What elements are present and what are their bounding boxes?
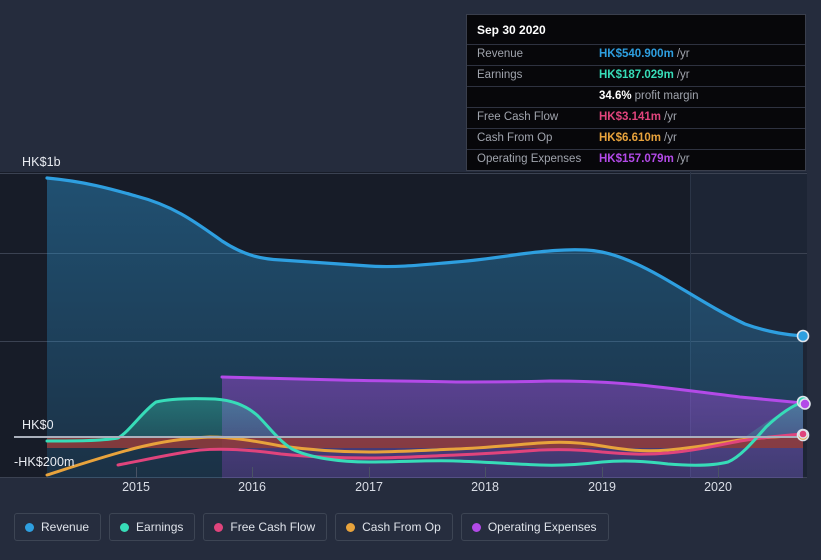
tooltip-value-profit-margin: 34.6% [599, 90, 632, 102]
x-axis-label-2015: 2015 [122, 480, 150, 494]
legend-item-operating-expenses[interactable]: Operating Expenses [460, 513, 609, 541]
financial-area-chart: HK$1b HK$0 -HK$200m 2015 2016 2017 2018 … [0, 0, 821, 560]
tooltip-date: Sep 30 2020 [467, 15, 805, 45]
tooltip-label-earnings: Earnings [477, 69, 523, 81]
y-axis-label-top: HK$1b [22, 155, 61, 169]
tooltip-row-cash-from-op: Cash From Op HK$6.610m /yr [467, 129, 805, 150]
legend-label-cash-from-op: Cash From Op [362, 520, 441, 534]
tooltip-value-free-cash-flow: HK$3.141m [599, 111, 662, 123]
tooltip-row-revenue: Revenue HK$540.900m /yr [467, 45, 805, 66]
tooltip-label-free-cash-flow: Free Cash Flow [477, 111, 559, 123]
operating-expenses-endpoint-marker [799, 398, 811, 410]
legend-item-free-cash-flow[interactable]: Free Cash Flow [203, 513, 328, 541]
tooltip-text-profit-margin: profit margin [634, 90, 699, 102]
tooltip-label-cash-from-op: Cash From Op [477, 132, 553, 144]
tooltip-value-operating-expenses: HK$157.079m [599, 153, 674, 165]
tooltip-row-free-cash-flow: Free Cash Flow HK$3.141m /yr [467, 108, 805, 129]
tooltip-unit-revenue: /yr [676, 48, 690, 60]
tooltip-label-revenue: Revenue [477, 48, 524, 60]
tooltip-value-revenue: HK$540.900m [599, 48, 674, 60]
revenue-endpoint-marker [796, 329, 810, 343]
tooltip-value-cash-from-op: HK$6.610m [599, 132, 662, 144]
legend-label-free-cash-flow: Free Cash Flow [230, 520, 316, 534]
cash-from-op-dot-icon [346, 522, 356, 532]
tooltip-unit-cash-from-op: /yr [664, 132, 677, 144]
legend-item-cash-from-op[interactable]: Cash From Op [335, 513, 453, 541]
x-axis-label-2016: 2016 [238, 480, 266, 494]
y-axis-label-zero: HK$0 [22, 418, 54, 432]
legend-item-revenue[interactable]: Revenue [14, 513, 102, 541]
free-cash-flow-dot-icon [214, 522, 224, 532]
x-axis-label-2020: 2020 [704, 480, 732, 494]
tooltip-row-earnings: Earnings HK$187.029m /yr [467, 66, 805, 87]
x-axis-label-2018: 2018 [471, 480, 499, 494]
revenue-dot-icon [25, 522, 34, 532]
legend-label-revenue: Revenue [41, 520, 90, 534]
tooltip-unit-free-cash-flow: /yr [664, 111, 677, 123]
legend-label-earnings: Earnings [136, 520, 184, 534]
chart-tooltip: Sep 30 2020 Revenue HK$540.900m /yr Earn… [466, 14, 806, 171]
tooltip-row-profit-margin: 34.6% profit margin [467, 87, 805, 108]
tooltip-unit-operating-expenses: /yr [676, 153, 690, 165]
y-axis-label-negative: -HK$200m [14, 455, 75, 469]
tooltip-label-operating-expenses: Operating Expenses [477, 153, 582, 165]
tooltip-unit-earnings: /yr [676, 69, 690, 81]
x-axis-label-2017: 2017 [355, 480, 383, 494]
chart-legend: Revenue Earnings Free Cash Flow Cash Fro… [14, 513, 609, 541]
operating-expenses-dot-icon [471, 522, 481, 532]
free-cash-flow-endpoint-marker [798, 429, 808, 439]
legend-item-earnings[interactable]: Earnings [109, 513, 196, 541]
legend-label-operating-expenses: Operating Expenses [487, 520, 597, 534]
tooltip-row-operating-expenses: Operating Expenses HK$157.079m /yr [467, 150, 805, 170]
earnings-dot-icon [120, 522, 130, 532]
x-axis-label-2019: 2019 [588, 480, 616, 494]
tooltip-value-earnings: HK$187.029m [599, 69, 674, 81]
